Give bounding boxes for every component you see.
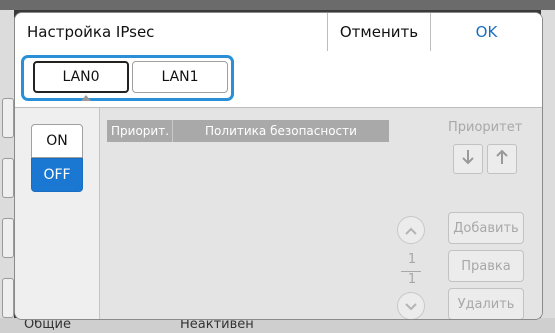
ipsec-toggle-panel: ON OFF — [15, 108, 100, 319]
dialog-title: Настройка IPsec — [27, 23, 155, 41]
background-tab — [2, 218, 14, 258]
add-button[interactable]: Добавить — [448, 212, 524, 244]
background-status-row — [0, 318, 555, 333]
scroll-down-button[interactable] — [397, 292, 425, 319]
selected-tab-indicator — [81, 95, 91, 101]
chevron-up-icon — [404, 221, 418, 240]
page-total: 1 — [407, 272, 417, 287]
policy-table-header: Приорит. Политика безопасности — [107, 120, 389, 142]
background-tab — [2, 158, 14, 198]
lan-tab-row: LAN0 LAN1 — [15, 51, 542, 108]
column-header-priority: Приорит. — [107, 120, 173, 142]
edit-button[interactable]: Правка — [448, 250, 524, 282]
dialog-content: ON OFF Приорит. Политика безопасности Пр… — [15, 108, 542, 319]
background-header — [0, 0, 555, 10]
page-current: 1 — [407, 252, 417, 267]
arrow-down-icon — [461, 149, 475, 169]
background-left-panel — [0, 10, 14, 333]
column-header-security-policy: Политика безопасности — [205, 124, 357, 138]
ok-button[interactable]: OK — [431, 13, 542, 51]
tab-lan1[interactable]: LAN1 — [132, 61, 228, 93]
background-right-panel — [541, 10, 555, 333]
ipsec-off-button[interactable]: OFF — [31, 158, 83, 192]
priority-down-button[interactable] — [453, 144, 483, 174]
ipsec-on-button[interactable]: ON — [31, 124, 83, 158]
background-tab — [2, 98, 14, 138]
chevron-down-icon — [404, 297, 418, 316]
priority-up-button[interactable] — [487, 144, 517, 174]
ipsec-settings-dialog: Настройка IPsec Отменить OK LAN0 LAN1 ON… — [14, 12, 543, 320]
scroll-up-button[interactable] — [397, 216, 425, 244]
background-tab — [2, 278, 14, 318]
arrow-up-icon — [495, 149, 509, 169]
cancel-button[interactable]: Отменить — [327, 13, 431, 51]
delete-button[interactable]: Удалить — [448, 288, 524, 319]
tab-lan0[interactable]: LAN0 — [33, 61, 129, 93]
priority-label: Приоритет — [448, 120, 523, 135]
dialog-title-bar: Настройка IPsec Отменить OK — [15, 13, 542, 52]
